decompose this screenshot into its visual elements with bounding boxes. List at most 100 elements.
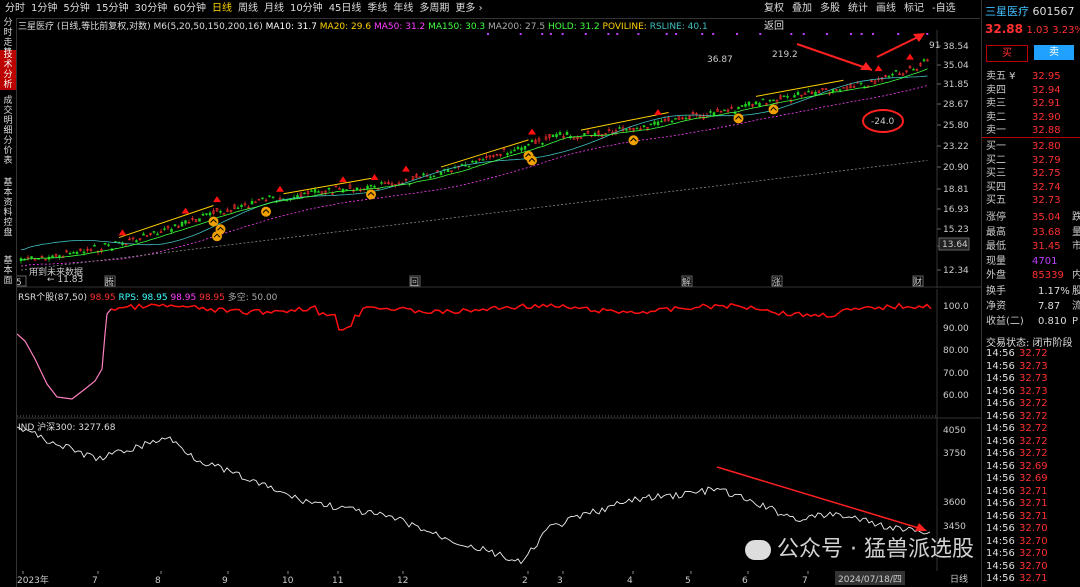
toolbar-button-4[interactable]: 画线 [872,0,900,18]
main-y-tick-label: 16.93 [943,205,969,215]
candle-body [744,104,747,107]
tick-row-11: 14:56 32.71 [984,486,1080,498]
stat2-value: 1.17% [1038,286,1070,297]
toolbar-button-3[interactable]: 统计 [844,0,872,18]
tab-1[interactable]: 1分钟 [28,0,60,18]
tab-0[interactable]: 分时 [2,0,28,18]
ma150-line [20,68,928,261]
candle-body [509,151,513,154]
x-tick-label: 5 [685,576,691,586]
buy-signal-triangle [402,165,410,172]
buy-button[interactable]: 买 [986,45,1028,62]
tab-6[interactable]: 日线 [209,0,235,18]
x-tick-label: 11 [332,576,343,586]
tab-14[interactable]: 更多 › [452,0,485,18]
tick-price: 32.70 [1019,535,1048,547]
ask-price: 32.95 [1032,71,1061,82]
left-tab-5[interactable]: 控盘 [0,218,16,238]
ask-row-3: 卖二 32.90 [984,111,1080,124]
sell-signal-circle [733,113,744,124]
top-signal-dot [675,33,678,35]
stat2-row-2: 收益(二) 0.810 P [984,315,1080,328]
candle-body [831,89,835,93]
buy-signal-triangle [213,196,221,203]
annotation-high: 219.2 [772,50,798,60]
main-price-chart[interactable]: 38.54 35.04 31.85 28.67 25.80 23.22 20.90 18.81… [17,30,981,288]
tick-time: 14:56 [986,510,1015,522]
rsr-indicator-chart[interactable]: 100.0 90.00 80.00 70.00 60.00 [17,289,981,419]
tab-12[interactable]: 年线 [390,0,416,18]
tab-9[interactable]: 10分钟 [287,0,326,18]
candle-body [369,184,373,187]
x-tick-label: 7 [92,576,98,586]
candle-body [82,251,86,254]
tick-price: 32.70 [1019,548,1048,559]
left-tab-2[interactable]: 成交明细 [0,96,16,136]
toolbar-button-2[interactable]: 多股 [816,0,844,18]
toolbar-button-6[interactable]: -自选 [928,0,960,18]
x-tick-label: 9 [222,576,228,586]
candle-body [460,163,464,166]
price-line: 32.88 1.03 3.23% [985,22,1080,36]
tab-8[interactable]: 月线 [261,0,287,18]
candle-body [261,197,264,200]
candle-body [653,121,656,125]
candle-body [327,187,331,190]
sell-signal-circle [366,189,376,200]
left-tab-6[interactable]: 基本面 [0,256,16,286]
tick-price: 32.73 [1019,385,1048,397]
ask-label: 卖三 [986,98,1006,109]
candle-body [271,196,275,199]
tick-row-18: 14:56 32.71 [984,573,1080,585]
candle-body [842,87,845,89]
main-y-tick-label: 28.67 [943,100,969,110]
ask-label: 卖二 [986,111,1006,123]
candle-body [380,182,383,184]
candle-body [803,93,807,95]
tab-4[interactable]: 30分钟 [131,0,170,18]
time-axis: 2023年 7 8 9 10 11 12 2 3 4 5 6 7 2024/07/18/四 日线 [17,571,968,586]
tick-price: 32.69 [1019,460,1048,472]
candle-body [709,111,712,113]
tab-5[interactable]: 60分钟 [170,0,209,18]
left-tab-3[interactable]: 分价表 [0,136,16,166]
tab-11[interactable]: 季线 [364,0,390,18]
top-signal-dot [735,33,738,35]
tick-row-17: 14:56 32.70 [984,561,1080,573]
candle-body [467,165,471,168]
left-tab-4[interactable]: 基本资料 [0,178,16,218]
x-tick-label: 12 [397,576,408,586]
tick-time: 14:56 [986,460,1015,472]
toolbar-button-5[interactable]: 标记 [900,0,928,18]
tab-2[interactable]: 5分钟 [60,0,92,18]
tab-3[interactable]: 15分钟 [93,0,132,18]
tab-10[interactable]: 45日线 [326,0,365,18]
left-tab-1[interactable]: 技术分析 [0,50,16,90]
candle-body [891,73,894,76]
candle-body [670,120,674,123]
stat2-row-1: 净资 7.87 流 [984,300,1080,313]
rsr-line-pink [17,308,112,400]
buy-signal-triangle [654,109,662,116]
event-marker-label: 腾 [105,276,114,288]
tick-row-9: 14:56 32.69 [984,461,1080,473]
candle-body [520,147,523,151]
sell-button[interactable]: 卖 [1034,45,1074,60]
candle-body [75,251,79,255]
toolbar-button-1[interactable]: 叠加 [788,0,816,18]
bid-label: 买二 [986,154,1006,166]
toolbar-button-0[interactable]: 复权 [760,0,788,18]
rsr-y-tick-label: 60.00 [943,391,969,401]
tab-13[interactable]: 多周期 [416,0,452,18]
poviline-2 [440,139,529,168]
bid-row-1: 买二 32.79 [984,154,1080,167]
tab-7[interactable]: 周线 [235,0,261,18]
bid-price: 32.79 [1032,154,1061,166]
candle-body [912,68,915,71]
candle-body [894,70,898,72]
candle-body [205,213,208,215]
x-tick-label: 4 [627,576,633,586]
buy-signal-triangle [906,53,914,60]
tick-price: 32.72 [1019,398,1048,409]
candle-body [583,133,586,136]
